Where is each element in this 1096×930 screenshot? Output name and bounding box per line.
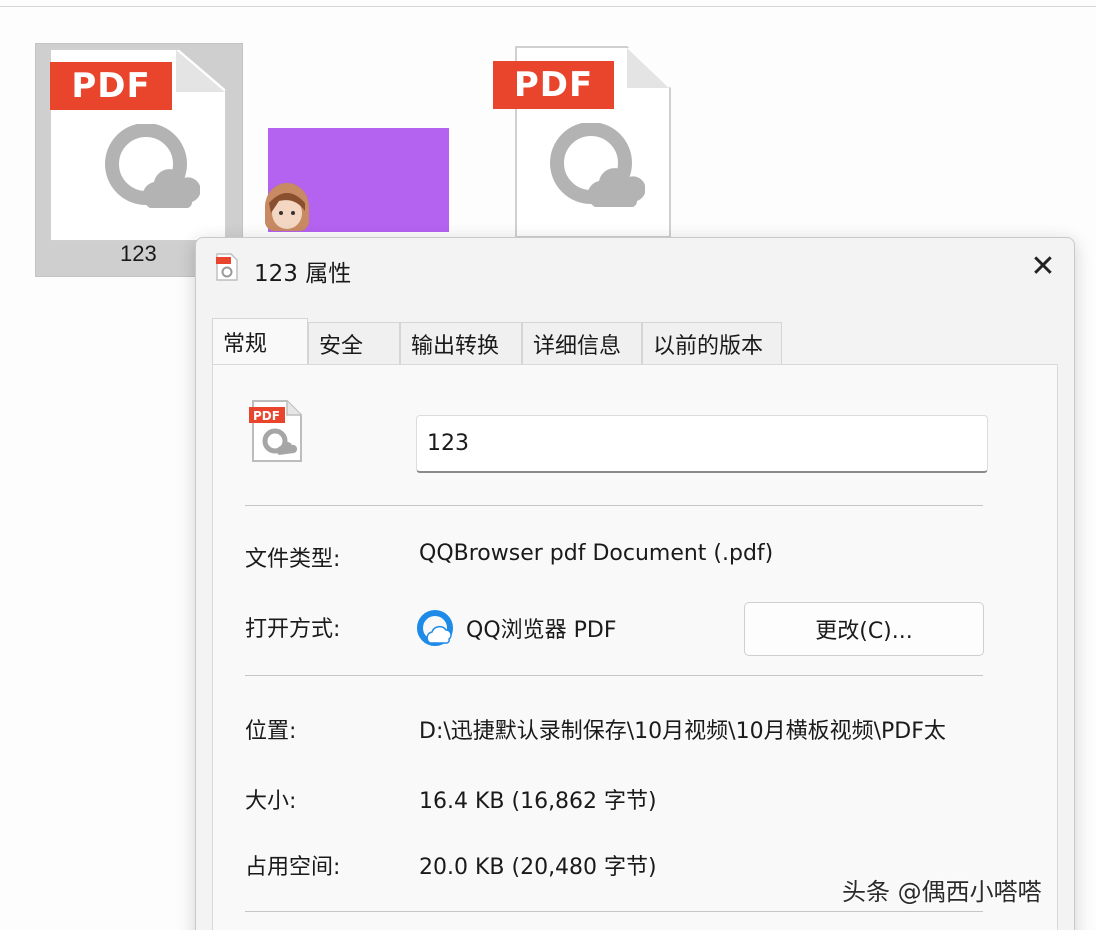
file-label: 123	[120, 241, 157, 266]
pdf-badge: PDF	[50, 62, 172, 110]
pdf-file-icon	[216, 253, 238, 281]
watermark: 头条 @偶西小嗒嗒	[842, 878, 1042, 906]
size-value: 16.4 KB (16,862 字节)	[419, 789, 657, 814]
qq-browser-file-icon	[105, 124, 200, 208]
open-with-value: QQ浏览器 PDF	[466, 618, 617, 643]
pdf-badge-text: PDF	[253, 409, 280, 423]
properties-dialog: 123 属性 ✕ 常规 安全 输出转换 详细信息 以前的版本 PDF 文件类型:…	[195, 237, 1075, 930]
disk-size-label: 占用空间:	[245, 855, 341, 880]
file-type-value: QQBrowser pdf Document (.pdf)	[419, 541, 774, 566]
location-value: D:\迅捷默认录制保存\10月视频\10月横板视频\PDF太	[419, 719, 946, 744]
tab-details[interactable]: 详细信息	[522, 322, 642, 364]
file-item-pdf-2[interactable]: PDF	[493, 43, 673, 238]
qq-browser-logo	[417, 610, 453, 646]
disk-size-value: 20.0 KB (20,480 字节)	[419, 855, 657, 880]
window-top-border	[0, 6, 1096, 7]
tab-previous-versions[interactable]: 以前的版本	[642, 322, 782, 364]
location-label: 位置:	[245, 719, 297, 744]
file-name-input[interactable]	[416, 415, 988, 473]
qq-browser-file-icon	[550, 123, 645, 207]
avatar-face-icon	[265, 183, 309, 231]
size-label: 大小:	[245, 789, 297, 814]
avatar-thumbnail	[265, 183, 309, 231]
tab-security[interactable]: 安全	[308, 322, 400, 364]
pdf-badge: PDF	[493, 61, 614, 109]
separator	[245, 675, 983, 676]
dialog-title: 123 属性	[254, 261, 352, 287]
open-with-app: QQ浏览器 PDF	[416, 609, 617, 647]
pdf-file-icon: PDF	[249, 400, 302, 462]
tab-general[interactable]: 常规	[212, 318, 308, 364]
general-panel: PDF 文件类型: QQBrowser pdf Document (.pdf) …	[212, 364, 1058, 930]
open-with-label: 打开方式:	[245, 617, 341, 642]
dialog-titlebar[interactable]: 123 属性 ✕	[196, 238, 1074, 300]
separator	[245, 911, 983, 912]
tab-bar: 常规 安全 输出转换 详细信息 以前的版本	[212, 318, 782, 364]
close-icon[interactable]: ✕	[1028, 252, 1058, 282]
separator	[245, 505, 983, 506]
change-button[interactable]: 更改(C)...	[744, 602, 984, 656]
tab-output-conversion[interactable]: 输出转换	[400, 322, 522, 364]
file-type-label: 文件类型:	[245, 547, 341, 572]
